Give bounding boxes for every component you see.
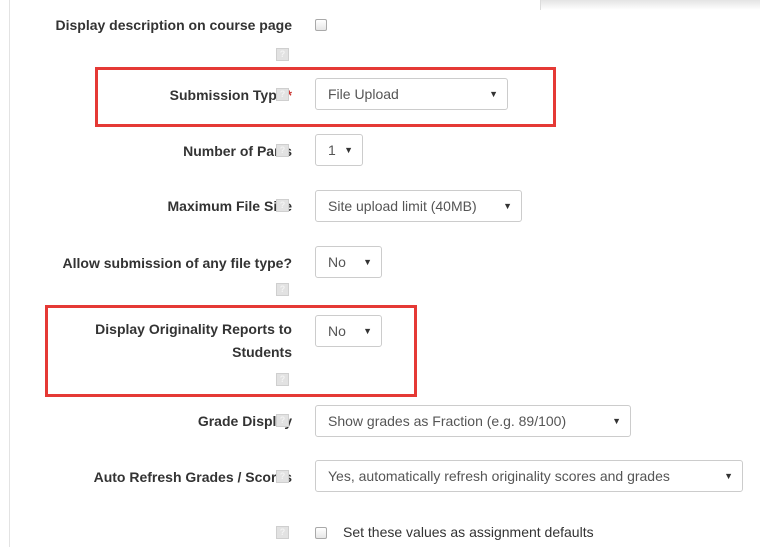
dropdown-arrow-icon: ▼ (363, 257, 372, 267)
set-defaults-label: Set these values as assignment defaults (343, 524, 594, 540)
dropdown-arrow-icon: ▼ (612, 416, 621, 426)
number-of-parts-select[interactable]: 1 ▼ (315, 134, 363, 166)
max-file-size-value: Site upload limit (40MB) (328, 198, 477, 214)
dropdown-arrow-icon: ▼ (344, 145, 353, 155)
left-divider (9, 0, 10, 547)
number-of-parts-value: 1 (328, 142, 336, 158)
help-icon[interactable]: ? (276, 414, 289, 427)
grade-display-value: Show grades as Fraction (e.g. 89/100) (328, 413, 567, 429)
help-icon[interactable]: ? (276, 283, 289, 296)
help-icon[interactable]: ? (276, 526, 289, 539)
top-panel-edge (540, 0, 760, 10)
auto-refresh-select[interactable]: Yes, automatically refresh originality s… (315, 460, 743, 492)
dropdown-arrow-icon: ▼ (503, 201, 512, 211)
help-icon[interactable]: ? (276, 470, 289, 483)
display-description-label: Display description on course page (55, 17, 292, 33)
dropdown-arrow-icon: ▼ (724, 471, 733, 481)
assignment-settings-form: Display description on course page ? Sub… (0, 0, 760, 547)
auto-refresh-label: Auto Refresh Grades / Scores (93, 469, 292, 485)
allow-any-file-type-select[interactable]: No ▼ (315, 246, 382, 278)
originality-reports-highlight (45, 305, 417, 397)
help-icon[interactable]: ? (276, 144, 289, 157)
max-file-size-label: Maximum File Size (167, 198, 292, 214)
auto-refresh-value: Yes, automatically refresh originality s… (328, 468, 670, 484)
display-description-checkbox[interactable] (315, 19, 327, 31)
max-file-size-select[interactable]: Site upload limit (40MB) ▼ (315, 190, 522, 222)
allow-any-file-type-value: No (328, 254, 346, 270)
allow-any-file-type-label: Allow submission of any file type? (62, 255, 292, 271)
set-defaults-checkbox[interactable] (315, 527, 327, 539)
help-icon[interactable]: ? (276, 199, 289, 212)
grade-display-select[interactable]: Show grades as Fraction (e.g. 89/100) ▼ (315, 405, 631, 437)
help-icon[interactable]: ? (276, 48, 289, 61)
submission-type-highlight (95, 67, 556, 127)
